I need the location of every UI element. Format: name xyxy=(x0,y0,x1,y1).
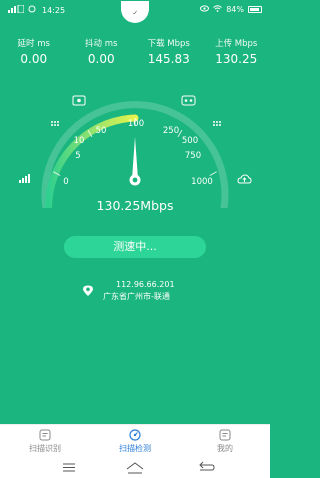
stat-value: 0.00 xyxy=(20,52,48,66)
tab-label: 扫描识别 xyxy=(29,444,61,453)
tick-750: 750 xyxy=(185,151,201,161)
tick-100: 100 xyxy=(128,119,144,129)
gauge-progress xyxy=(45,114,139,208)
tab-scan-recognize[interactable]: 扫描识别 xyxy=(0,425,90,458)
dashboard-icon xyxy=(129,429,141,441)
eye-icon xyxy=(200,5,210,14)
battery-percent: 84% xyxy=(226,5,244,14)
stat-value: 0.00 xyxy=(87,52,115,66)
stat-label: 延时 ms xyxy=(17,39,50,49)
tab-profile[interactable]: 我的 xyxy=(180,425,270,458)
scan-icon xyxy=(39,429,51,441)
test-speed-button[interactable]: 测速中... xyxy=(64,236,206,258)
tab-label: 扫描检测 xyxy=(119,444,151,453)
gauge-needle xyxy=(129,137,141,186)
tick-500: 500 xyxy=(182,136,198,146)
stat-upload: 上传 Mbps 130.25 xyxy=(203,37,271,66)
speed-stats: 延时 ms 0.00 抖动 ms 0.00 下载 Mbps 145.83 上传 … xyxy=(0,37,270,66)
ping-icon xyxy=(72,95,86,106)
battery-icon xyxy=(248,6,262,13)
profile-icon xyxy=(219,429,231,441)
tick-0: 0 xyxy=(63,177,68,187)
menu-icon[interactable] xyxy=(63,463,75,472)
system-nav-bar xyxy=(0,458,270,478)
stat-jitter: 抖动 ms 0.00 xyxy=(68,37,136,66)
tick-1000: 1000 xyxy=(191,177,213,187)
speed-gauge: 0 5 10 50 100 250 500 750 1000 xyxy=(19,95,252,208)
current-speed: 130.25Mbps xyxy=(96,198,174,213)
camera-notch: ◞ xyxy=(121,1,149,23)
stat-value: 145.83 xyxy=(147,52,190,66)
server-icon xyxy=(181,95,196,106)
cloud-upload-icon xyxy=(237,174,252,184)
stat-label: 下载 Mbps xyxy=(147,39,190,49)
wifi-icon xyxy=(213,5,223,14)
camera-icon: ◞ xyxy=(133,6,137,16)
home-icon[interactable] xyxy=(126,462,144,474)
signal-bars-icon xyxy=(19,174,30,183)
ip-address: 112.96.66.201 xyxy=(116,280,175,289)
tab-scan-detect[interactable]: 扫描检测 xyxy=(90,425,180,458)
tab-label: 我的 xyxy=(217,444,233,453)
stat-download: 下载 Mbps 145.83 xyxy=(135,37,203,66)
stat-label: 上传 Mbps xyxy=(215,39,258,49)
stat-label: 抖动 ms xyxy=(85,39,118,49)
signal-icon xyxy=(8,4,25,15)
tick-5: 5 xyxy=(75,151,80,161)
jitter-icon xyxy=(51,121,59,126)
tick-250: 250 xyxy=(163,126,179,136)
isp-region: 广东省广州市-联通 xyxy=(103,292,170,301)
status-bar: 14:25 ◞ 84% xyxy=(0,0,270,23)
stat-latency: 延时 ms 0.00 xyxy=(0,37,68,66)
upload-stat-icon xyxy=(213,121,221,126)
bottom-tab-bar: 扫描识别 扫描检测 我的 xyxy=(0,424,270,458)
back-icon[interactable] xyxy=(199,461,215,471)
tick-50: 50 xyxy=(96,126,107,136)
status-time: 14:25 xyxy=(42,5,66,15)
location-pin-icon xyxy=(83,285,93,296)
tick-10: 10 xyxy=(74,136,85,146)
notification-icon xyxy=(28,5,36,15)
stat-value: 130.25 xyxy=(215,52,258,66)
